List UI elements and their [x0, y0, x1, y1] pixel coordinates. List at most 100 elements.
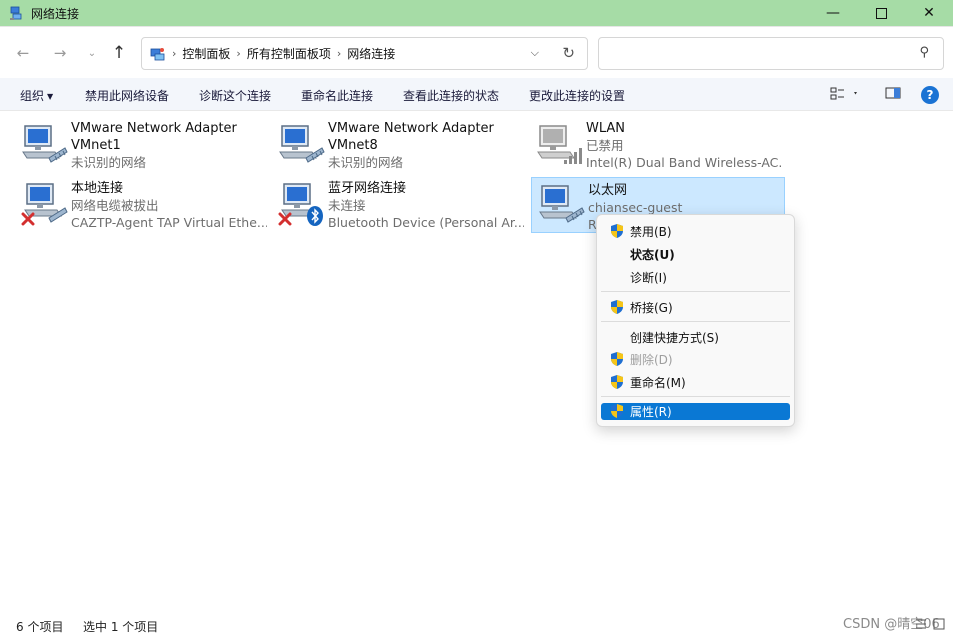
view-tiles-icon: [830, 87, 857, 100]
maximize-button[interactable]: [857, 0, 905, 26]
connection-item-local[interactable]: 本地连接 网络电缆被拔出 CAZTP-Agent TAP Virtual Eth…: [14, 175, 268, 231]
disable-device-button[interactable]: 禁用此网络设备: [85, 87, 169, 104]
context-menu: 禁用(B) 状态(U) 诊断(I) 桥接(G) 创建快捷方式(S) 删除(D) …: [596, 214, 795, 427]
status-bar: 6 个项目 选中 1 个项目: [0, 614, 953, 637]
menu-item-disable[interactable]: 禁用(B): [601, 222, 790, 240]
menu-separator: [601, 396, 790, 397]
connection-item-bluetooth[interactable]: 蓝牙网络连接 未连接 Bluetooth Device (Personal Ar…: [271, 175, 525, 231]
refresh-icon[interactable]: ↻: [562, 44, 575, 62]
details-view-button[interactable]: [915, 618, 927, 633]
menu-item-label: 删除(D): [630, 353, 673, 367]
forward-button[interactable]: →: [48, 41, 72, 65]
back-button[interactable]: ←: [11, 41, 35, 65]
caret-down-icon: ▼: [47, 92, 54, 101]
window-title: 网络连接: [31, 6, 80, 21]
menu-item-create-shortcut[interactable]: 创建快捷方式(S): [601, 328, 790, 346]
connection-status: 已禁用: [586, 138, 624, 153]
ethernet-adapter-icon: [539, 185, 585, 223]
connection-name: WLAN: [586, 121, 626, 136]
organize-label: 组织: [20, 89, 45, 103]
network-connections-app-icon: [10, 6, 22, 20]
uac-shield-icon: [611, 300, 623, 314]
rename-button[interactable]: 重命名此连接: [301, 87, 373, 104]
maximize-icon: [875, 7, 887, 19]
connections-list: VMware Network Adapter VMnet1 未识别的网络 VMw…: [0, 111, 953, 614]
up-button[interactable]: ↑: [107, 41, 131, 65]
address-dropdown-chevron-icon[interactable]: ⌵: [531, 46, 539, 60]
up-arrow-icon: ↑: [111, 43, 127, 63]
breadcrumb-separator-icon: ›: [236, 47, 241, 60]
connection-item-wlan[interactable]: WLAN 已禁用 Intel(R) Dual Band Wireless-AC.…: [529, 115, 783, 171]
connection-text: VMware Network Adapter VMnet8 未识别的网络: [328, 120, 524, 171]
selected-count: 选中 1 个项目: [83, 620, 159, 634]
menu-item-delete[interactable]: 删除(D): [601, 350, 790, 368]
help-button[interactable]: ?: [921, 86, 939, 104]
minimize-button[interactable]: —: [809, 0, 857, 26]
recent-locations-button[interactable]: ⌄: [80, 41, 104, 65]
menu-item-label: 创建快捷方式(S): [630, 331, 719, 345]
connection-text: 本地连接 网络电缆被拔出 CAZTP-Agent TAP Virtual Eth…: [71, 180, 267, 231]
menu-item-diagnose[interactable]: 诊断(I): [601, 268, 790, 286]
connection-text: 蓝牙网络连接 未连接 Bluetooth Device (Personal Ar…: [328, 180, 524, 231]
search-box[interactable]: ⚲: [598, 37, 944, 70]
breadcrumb-control-panel[interactable]: 控制面板: [182, 45, 230, 62]
bluetooth-adapter-icon: [278, 183, 323, 226]
error-x-icon: [278, 212, 292, 226]
ethernet-adapter-icon: [279, 125, 325, 163]
connection-status: 未识别的网络: [71, 155, 147, 170]
change-view-button[interactable]: [830, 86, 858, 105]
connection-device: Bluetooth Device (Personal Ar...: [328, 215, 524, 230]
chevron-down-icon: ⌄: [87, 47, 97, 59]
breadcrumb-network-connections[interactable]: 网络连接: [347, 45, 395, 62]
connection-status: 网络电缆被拔出: [71, 198, 159, 213]
uac-shield-icon: [611, 352, 623, 366]
menu-item-rename[interactable]: 重命名(M): [601, 373, 790, 391]
large-icons-view-button[interactable]: [933, 618, 945, 633]
address-row: ← → ⌄ ↑ › 控制面板 › 所有控制面板项 › 网络连接 ⌵ ↻ ⚲: [0, 26, 953, 78]
menu-item-bridge[interactable]: 桥接(G): [601, 298, 790, 316]
breadcrumb-separator-icon: ›: [172, 47, 177, 60]
bluetooth-icon: [307, 206, 323, 226]
menu-item-label: 状态(U): [630, 248, 675, 262]
connection-item-vmnet1[interactable]: VMware Network Adapter VMnet1 未识别的网络: [14, 115, 268, 171]
search-icon[interactable]: ⚲: [919, 45, 929, 60]
menu-item-status[interactable]: 状态(U): [601, 245, 790, 263]
connection-name: 本地连接: [71, 181, 124, 196]
menu-item-label: 诊断(I): [630, 271, 667, 285]
menu-separator: [601, 291, 790, 292]
change-settings-button[interactable]: 更改此连接的设置: [529, 87, 625, 104]
connection-name-line2: VMnet1: [71, 138, 121, 153]
item-count: 6 个项目: [16, 620, 64, 634]
address-bar[interactable]: › 控制面板 › 所有控制面板项 › 网络连接 ⌵ ↻: [141, 37, 588, 70]
close-icon: ✕: [923, 5, 935, 21]
connection-name: VMware Network Adapter: [328, 121, 494, 136]
wifi-adapter-icon: [537, 125, 582, 164]
back-arrow-icon: ←: [16, 44, 30, 62]
menu-item-properties[interactable]: 属性(R): [601, 403, 790, 420]
connection-name-line2: VMnet8: [328, 138, 378, 153]
error-x-icon: [21, 212, 35, 226]
menu-separator: [601, 321, 790, 322]
uac-shield-icon: [611, 404, 623, 418]
connection-device: Intel(R) Dual Band Wireless-AC...: [586, 155, 782, 170]
command-bar: 组织 ▼ 禁用此网络设备 诊断这个连接 重命名此连接 查看此连接的状态 更改此连接…: [0, 78, 953, 111]
close-button[interactable]: ✕: [905, 0, 953, 26]
breadcrumb-separator-icon: ›: [336, 47, 342, 60]
connection-status: 未识别的网络: [328, 155, 404, 170]
organize-menu[interactable]: 组织 ▼: [20, 87, 53, 104]
view-status-button[interactable]: 查看此连接的状态: [403, 87, 499, 104]
minimize-icon: —: [826, 5, 840, 21]
uac-shield-icon: [611, 224, 623, 238]
connection-text: WLAN 已禁用 Intel(R) Dual Band Wireless-AC.…: [586, 120, 782, 171]
large-icons-view-icon: [933, 618, 945, 630]
connection-name: 蓝牙网络连接: [328, 181, 407, 196]
connection-item-vmnet8[interactable]: VMware Network Adapter VMnet8 未识别的网络: [271, 115, 525, 171]
breadcrumb-all-items[interactable]: 所有控制面板项: [247, 45, 331, 62]
control-panel-icon: [150, 47, 165, 60]
preview-pane-button[interactable]: [885, 86, 901, 103]
search-input[interactable]: [607, 38, 907, 68]
uac-shield-icon: [611, 375, 623, 389]
window-controls: — ✕: [809, 0, 953, 26]
title-bar: 网络连接 — ✕: [0, 0, 953, 26]
diagnose-button[interactable]: 诊断这个连接: [199, 87, 271, 104]
